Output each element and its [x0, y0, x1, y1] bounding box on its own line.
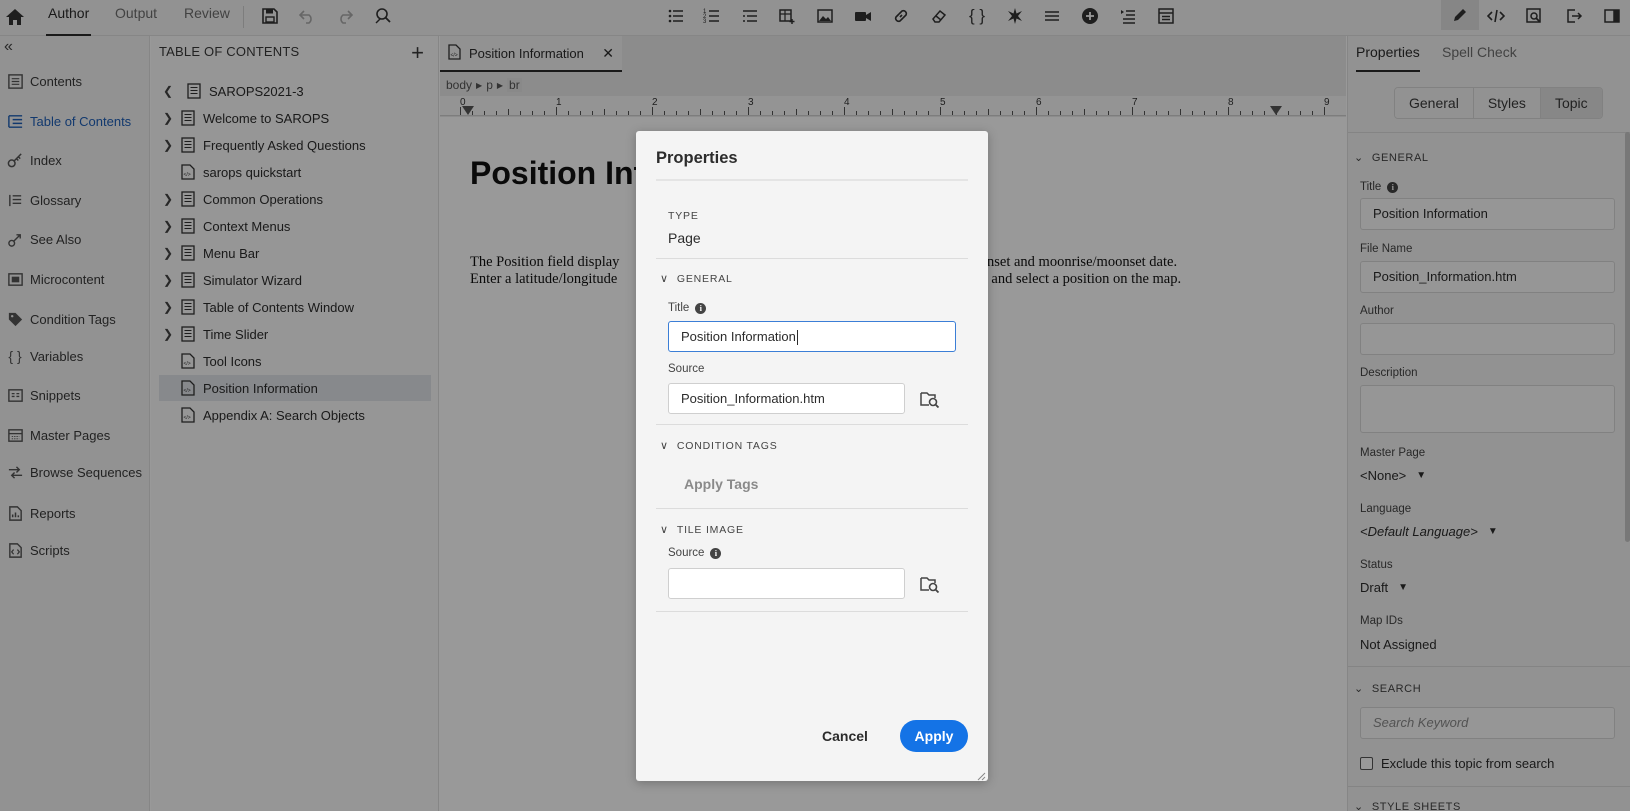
chevron-down-icon: ∨ [660, 273, 669, 285]
info-icon[interactable]: i [695, 302, 707, 314]
dialog-divider [656, 508, 968, 509]
dialog-divider [656, 258, 968, 259]
tile-source-input[interactable] [668, 568, 905, 599]
tile-image-section-header[interactable]: ∨ TILE IMAGE [660, 523, 744, 537]
apply-tags-button[interactable]: Apply Tags [684, 476, 758, 492]
dialog-divider [656, 611, 968, 612]
type-label: TYPE [668, 210, 699, 222]
chevron-down-icon: ∨ [660, 524, 669, 536]
info-icon[interactable]: i [710, 547, 722, 559]
source-input[interactable]: Position_Information.htm [668, 383, 905, 414]
chevron-down-icon: ∨ [660, 440, 669, 452]
section-title: CONDITION TAGS [676, 439, 778, 452]
title-input-value: Position Information [681, 329, 796, 344]
text-caret [796, 330, 798, 346]
condition-tags-section-header[interactable]: ∨ CONDITION TAGS [660, 439, 778, 453]
section-title: GENERAL [676, 272, 733, 285]
dialog-divider [656, 179, 968, 181]
source-label: Source [668, 363, 705, 375]
section-title: TILE IMAGE [676, 523, 744, 536]
general-section-header[interactable]: ∨ GENERAL [660, 272, 733, 286]
tile-source-label: Source i [668, 547, 722, 559]
label-text: Source [668, 547, 705, 559]
properties-dialog: Properties TYPE Page ∨ GENERAL Title i Pos… [636, 131, 988, 781]
title-input[interactable]: Position Information [668, 321, 956, 352]
browse-folder-icon[interactable] [918, 572, 942, 596]
label-text: Title [668, 302, 690, 314]
browse-folder-icon[interactable] [918, 387, 942, 411]
title-label: Title i [668, 302, 707, 314]
cancel-button[interactable]: Cancel [822, 728, 868, 744]
dialog-divider [656, 424, 968, 425]
apply-button[interactable]: Apply [900, 720, 968, 752]
dialog-title: Properties [656, 149, 738, 167]
type-value: Page [668, 230, 701, 246]
resize-handle-icon[interactable] [976, 769, 986, 781]
